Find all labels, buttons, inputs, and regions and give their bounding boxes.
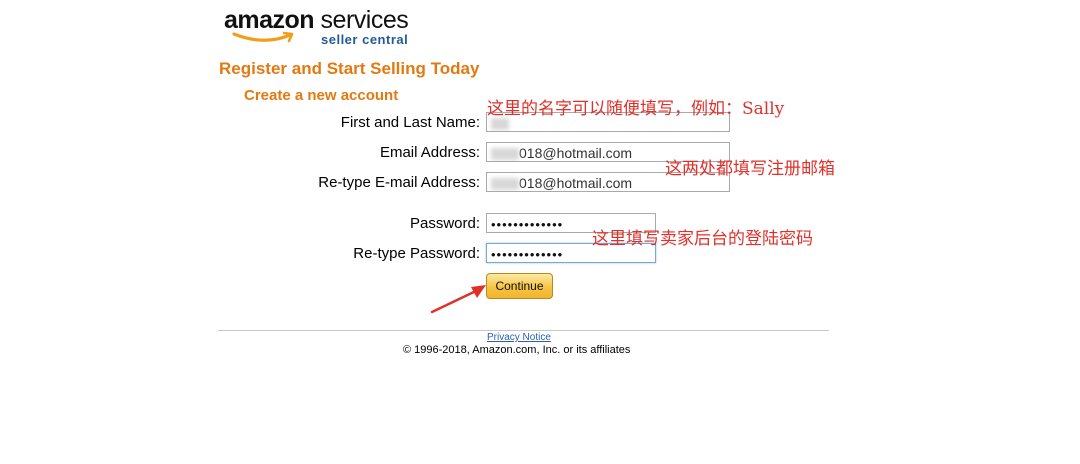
password-confirm-field-value: ••••••••••••• (491, 247, 564, 262)
email-annotation: 这两处都填写注册邮箱 (665, 159, 835, 179)
privacy-notice-link[interactable]: Privacy Notice (487, 332, 551, 343)
password-label: Password: (409, 215, 480, 232)
copyright-text: © 1996-2018, Amazon.com, Inc. or its aff… (403, 344, 631, 356)
name-label: First and Last Name: (340, 114, 480, 131)
email-confirm-label: Re-type E-mail Address: (318, 174, 480, 191)
continue-button[interactable]: Continue (486, 273, 553, 299)
section-title: Create a new account (244, 87, 399, 104)
logo-product: services (314, 6, 409, 34)
amazon-services-logo: amazon services seller central (224, 6, 424, 50)
logo-tagline: seller central (321, 32, 409, 47)
email-field-value: 018@hotmail.com (519, 145, 633, 161)
footer-divider (218, 330, 829, 331)
email-label: Email Address: (379, 144, 480, 161)
smile-arrow-icon (232, 31, 294, 43)
password-annotation: 这里填写卖家后台的登陆密码 (592, 229, 813, 249)
name-annotation: 这里的名字可以随便填写，例如：Sally (487, 99, 785, 119)
password-confirm-label: Re-type Password: (353, 245, 480, 262)
redacted-mask (491, 118, 509, 131)
red-arrow-icon (430, 285, 486, 314)
redacted-mask (491, 148, 519, 161)
page-title: Register and Start Selling Today (219, 59, 480, 78)
email-confirm-field-value: 018@hotmail.com (519, 175, 633, 191)
password-field-value: ••••••••••••• (491, 217, 564, 232)
redacted-mask (491, 178, 519, 191)
